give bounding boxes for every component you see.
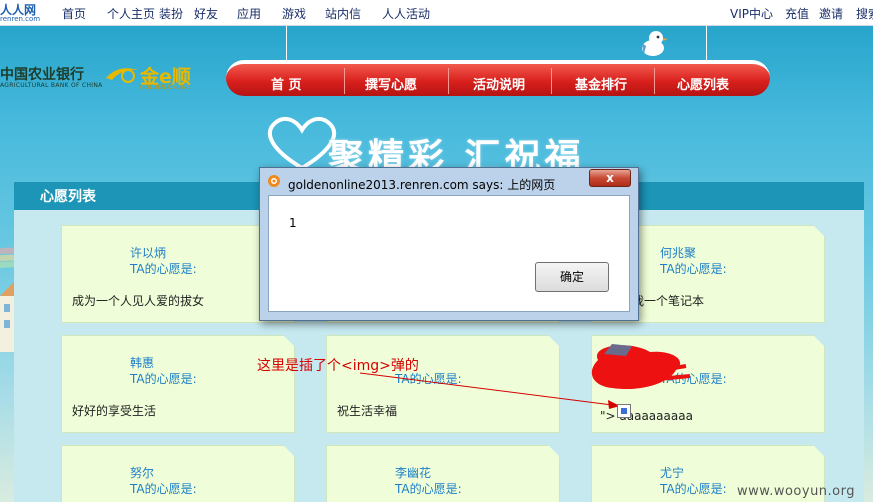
nav-invite[interactable]: 邀请 [819,5,843,22]
menu-divider [344,68,345,94]
card-fold [813,225,825,237]
menu-hanger [286,26,287,60]
bank-name: 中国农业银行 [0,67,84,83]
nav-activities[interactable]: 人人活动 [382,5,430,22]
nav-profile[interactable]: 个人主页 [107,5,155,22]
dialog-close-button[interactable]: x [589,169,631,187]
wish-label: TA的心愿是: [660,482,727,496]
nav-search[interactable]: 搜索 [856,5,873,22]
nav-apps[interactable]: 应用 [237,5,261,22]
menu-home[interactable]: 首 页 [271,74,302,93]
bird-decoration-icon [642,31,668,56]
watermark: www.wooyun.org [737,484,856,499]
card-fold [283,335,295,347]
card-fold [283,445,295,457]
wisher-name: 韩惠 [130,356,155,370]
wisher-name: 努尔 [130,466,155,480]
wish-label: TA的心愿是: [130,262,197,276]
nav-decorate[interactable]: 装扮 [159,5,183,22]
nav-vip[interactable]: VIP中心 [730,5,773,22]
menu-wish-list[interactable]: 心愿列表 [677,74,729,93]
logo-domain: renren.com [0,15,41,23]
wisher-name: 何兆聚 [660,246,697,260]
wish-text: 我一个笔记本 [632,294,705,308]
wish-card[interactable]: 韩惠 TA的心愿是: 好好的享受生活 [61,335,295,433]
wish-text: 祝生活幸福 [337,404,398,418]
wish-list-title: 心愿列表 [40,189,96,205]
dialog-message: 1 [289,216,297,230]
wish-text: 好好的享受生活 [72,404,157,418]
dialog-title: goldenonline2013.renren.com says: 上的网页 [288,178,556,192]
nav-recharge[interactable]: 充值 [785,5,809,22]
menu-divider [448,68,449,94]
wish-label: TA的心愿是: [130,372,197,386]
wish-label: TA的心愿是: [130,482,197,496]
renren-logo[interactable]: 人人网 renren.com [0,1,46,25]
nav-friends[interactable]: 好友 [194,5,218,22]
injected-payload-text: "> aaaaaaaaaa [600,409,693,423]
nav-home[interactable]: 首页 [62,5,86,22]
top-navigation-bar: 人人网 renren.com 首页 个人主页 装扮 好友 应用 游戏 站内信 人… [0,0,873,26]
bank-name-en: AGRICULTURAL BANK OF CHINA [0,82,103,89]
broken-image-icon [617,404,631,418]
wish-card[interactable]: 努尔 TA的心愿是: [61,445,295,502]
nav-games[interactable]: 游戏 [282,5,306,22]
browser-icon [268,175,280,187]
wish-text: 成为一个人见人爱的拔女 [72,294,205,308]
nav-messages[interactable]: 站内信 [325,5,361,22]
golden-online-logo-icon [106,68,138,83]
annotation-note: 这里是插了个<img>弹的 [257,358,419,374]
card-fold [548,335,560,347]
card-fold [813,335,825,347]
wish-card[interactable]: TA的心愿是: 祝生活幸福 [326,335,560,433]
menu-divider [551,68,552,94]
main-menu: 首 页 撰写心愿 活动说明 基金排行 心愿列表 [226,60,770,96]
golden-online-name-en: GOLDEN ONLINE [140,84,191,91]
menu-divider [654,68,655,94]
menu-activity-info[interactable]: 活动说明 [473,74,525,93]
wish-label: TA的心愿是: [395,482,462,496]
wish-label: TA的心愿是: [660,372,727,386]
card-fold [548,445,560,457]
menu-hanger [706,26,707,60]
wisher-name: 许以炳 [130,246,167,260]
alert-dialog: goldenonline2013.renren.com says: 上的网页 x… [259,167,639,321]
wisher-name: 尤宁 [660,466,685,480]
menu-write-wish[interactable]: 撰写心愿 [365,74,417,93]
wish-card[interactable]: 李幽花 TA的心愿是: [326,445,560,502]
dialog-body: 1 确定 [268,195,630,312]
card-fold [813,445,825,457]
wisher-name: 李幽花 [395,466,432,480]
dialog-ok-button[interactable]: 确定 [535,262,609,292]
wish-label: TA的心愿是: [660,262,727,276]
menu-fund-ranking[interactable]: 基金排行 [575,74,627,93]
